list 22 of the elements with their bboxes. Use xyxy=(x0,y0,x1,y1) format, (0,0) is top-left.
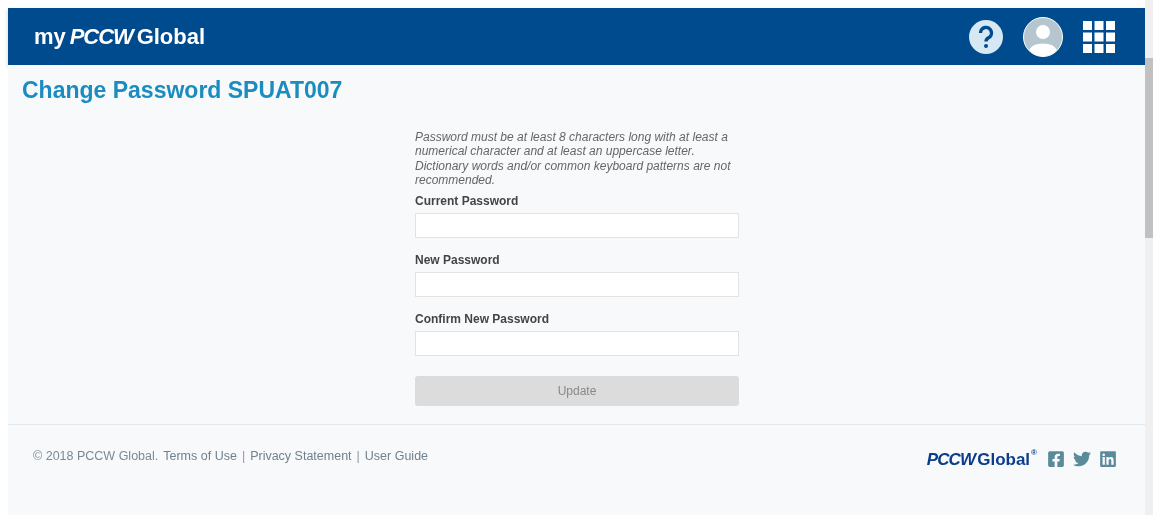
twitter-icon[interactable] xyxy=(1073,450,1091,469)
password-field[interactable] xyxy=(415,271,739,297)
facebook-icon[interactable] xyxy=(1047,450,1065,469)
page-title: Change Password SPUAT007 xyxy=(22,76,343,105)
footer-link[interactable]: Privacy Statement xyxy=(250,446,352,466)
scrollbar[interactable] xyxy=(1145,0,1153,515)
password-field[interactable] xyxy=(415,330,739,356)
password-field[interactable] xyxy=(415,212,739,238)
help-icon[interactable] xyxy=(969,19,1003,54)
user-avatar-icon[interactable] xyxy=(1023,16,1063,57)
footer-link[interactable]: Terms of Use xyxy=(163,446,237,466)
field-label: New Password xyxy=(415,251,500,269)
linkedin-icon[interactable] xyxy=(1099,450,1117,469)
link-separator: | xyxy=(241,447,246,465)
field-label: Confirm New Password xyxy=(415,310,550,328)
footer-link[interactable]: User Guide xyxy=(364,446,429,466)
copyright-text: © 2018 PCCW Global. xyxy=(33,447,159,465)
password-hint: Password must be at least 8 characters long with at least a numerical character and at least an uppercase letter. Dictionary words and/or common keyboard patterns are not recommended. xyxy=(415,129,731,188)
apps-grid-icon[interactable] xyxy=(1083,20,1115,53)
link-separator: | xyxy=(356,447,360,465)
footer-logo: PCCWGlobal® xyxy=(926,446,1037,471)
field-label: Current Password xyxy=(415,192,519,210)
